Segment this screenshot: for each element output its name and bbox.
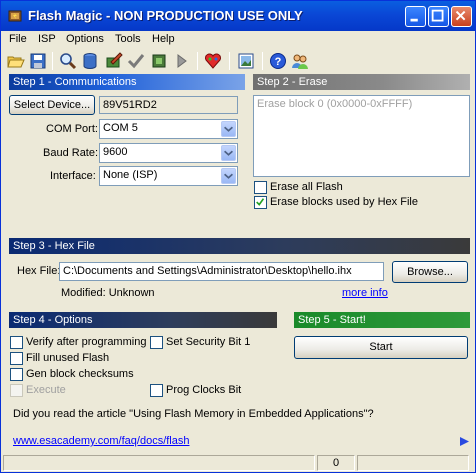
toolbar-separator: [229, 52, 230, 70]
interface-value: None (ISP): [103, 169, 158, 181]
close-button[interactable]: [451, 6, 472, 27]
heart-icon[interactable]: [204, 52, 222, 70]
execute-label: Execute: [26, 384, 66, 396]
com-port-label: COM Port:: [46, 123, 98, 135]
users-icon[interactable]: [291, 52, 309, 70]
window-title: Flash Magic - NON PRODUCTION USE ONLY: [28, 8, 303, 23]
interface-label: Interface:: [50, 170, 96, 182]
gen-checksums-label: Gen block checksums: [26, 368, 134, 380]
minimize-button[interactable]: [405, 6, 426, 27]
status-count: 0: [317, 455, 355, 471]
chip-icon[interactable]: [81, 52, 99, 70]
help-icon[interactable]: ?: [269, 52, 287, 70]
progress-bar: [357, 455, 469, 471]
maximize-icon: [431, 9, 444, 22]
step1-header: Step 1 - Communications: [9, 74, 245, 90]
execute-checkbox: [10, 384, 23, 397]
article-link[interactable]: www.esacademy.com/faq/docs/flash: [13, 435, 189, 447]
prog-clocks-checkbox[interactable]: [150, 384, 163, 397]
svg-text:?: ?: [275, 56, 282, 68]
status-bar: 0: [1, 453, 475, 472]
status-pane-main: [3, 455, 315, 471]
edit-icon[interactable]: [105, 52, 123, 70]
program-icon[interactable]: [150, 52, 168, 70]
verify-label: Verify after programming: [26, 336, 147, 348]
prog-clocks-label: Prog Clocks Bit: [166, 384, 242, 396]
article-text: Did you read the article "Using Flash Me…: [13, 408, 374, 420]
image-icon[interactable]: [237, 52, 255, 70]
hex-file-label: Hex File:: [17, 265, 61, 277]
erase-all-label: Erase all Flash: [270, 181, 343, 193]
fill-unused-checkbox[interactable]: [10, 352, 23, 365]
title-bar: Flash Magic - NON PRODUCTION USE ONLY: [1, 1, 475, 31]
baud-rate-label: Baud Rate:: [43, 147, 99, 159]
toolbar-separator: [197, 52, 198, 70]
toolbar-separator: [262, 52, 263, 70]
checkmark-icon: [256, 198, 265, 206]
search-icon[interactable]: [59, 52, 77, 70]
modified-status: Modified: Unknown: [61, 287, 155, 299]
flash-magic-app-icon: [8, 10, 22, 22]
list-item[interactable]: Erase block 0 (0x0000-0xFFFF): [257, 98, 412, 110]
erase-all-checkbox[interactable]: [254, 181, 267, 194]
menu-bar: File ISP Options Tools Help: [1, 31, 475, 49]
step4-header: Step 4 - Options: [9, 312, 277, 328]
verify-checkbox[interactable]: [10, 336, 23, 349]
menu-tools[interactable]: Tools: [115, 33, 141, 45]
menu-isp[interactable]: ISP: [38, 33, 56, 45]
device-field: 89V51RD2: [99, 96, 238, 114]
browse-button[interactable]: Browse...: [392, 261, 468, 283]
open-icon[interactable]: [7, 52, 25, 70]
baud-rate-value: 9600: [103, 146, 128, 158]
com-port-select[interactable]: COM 5: [99, 119, 238, 139]
go-arrow-icon[interactable]: [173, 52, 191, 70]
main-window: Flash Magic - NON PRODUCTION USE ONLY Fi…: [0, 0, 476, 473]
fill-unused-label: Fill unused Flash: [26, 352, 110, 364]
gen-checksums-checkbox[interactable]: [10, 368, 23, 381]
step3-header: Step 3 - Hex File: [9, 238, 470, 254]
menu-options[interactable]: Options: [66, 33, 104, 45]
toolbar-separator: [52, 52, 53, 70]
com-port-value: COM 5: [103, 122, 138, 134]
erase-used-checkbox[interactable]: [254, 196, 267, 209]
start-button[interactable]: Start: [294, 336, 468, 359]
erase-block-list[interactable]: Erase block 0 (0x0000-0xFFFF): [253, 95, 470, 177]
toolbar: ?: [1, 49, 475, 73]
menu-file[interactable]: File: [9, 33, 27, 45]
chevron-down-icon[interactable]: [221, 121, 236, 137]
erase-used-label: Erase blocks used by Hex File: [270, 196, 418, 208]
minimize-icon: [410, 18, 418, 22]
play-arrow-icon[interactable]: [459, 436, 470, 447]
select-device-button[interactable]: Select Device...: [9, 95, 95, 115]
close-icon: [455, 10, 466, 21]
interface-select[interactable]: None (ISP): [99, 166, 238, 186]
hex-file-input[interactable]: C:\Documents and Settings\Administrator\…: [59, 262, 384, 281]
chevron-down-icon[interactable]: [221, 145, 236, 161]
maximize-button[interactable]: [428, 6, 449, 27]
verify-check-icon[interactable]: [127, 52, 145, 70]
step2-header: Step 2 - Erase: [253, 74, 470, 90]
chevron-down-icon[interactable]: [221, 168, 236, 184]
save-icon[interactable]: [29, 52, 47, 70]
more-info-link[interactable]: more info: [342, 287, 388, 299]
menu-help[interactable]: Help: [152, 33, 175, 45]
step5-header: Step 5 - Start!: [294, 312, 470, 328]
set-security-checkbox[interactable]: [150, 336, 163, 349]
set-security-label: Set Security Bit 1: [166, 336, 251, 348]
baud-rate-select[interactable]: 9600: [99, 143, 238, 163]
